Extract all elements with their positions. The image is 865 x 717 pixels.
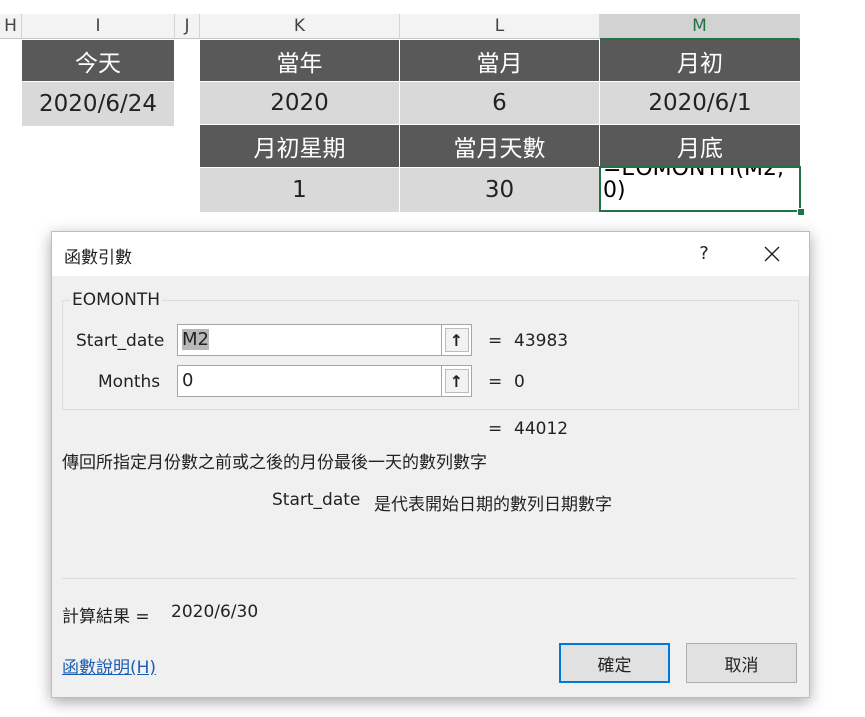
start-date-value: M2	[182, 329, 209, 350]
cell-month-end-formula[interactable]: =EOMONTH(M2,0)	[599, 166, 801, 212]
function-name: EOMONTH	[70, 290, 163, 310]
arg-help-name: Start_date	[272, 490, 361, 510]
formula-text: =EOMONTH(M2,0)	[603, 166, 784, 203]
months-label: Months	[98, 372, 161, 392]
cell-start-weekday-value[interactable]: 1	[200, 168, 399, 212]
cancel-button[interactable]: 取消	[686, 643, 797, 683]
start-date-input[interactable]: M2	[177, 324, 442, 356]
total-equals: =	[488, 419, 503, 439]
total-result: 44012	[514, 419, 569, 439]
start-date-label: Start_date	[76, 331, 165, 351]
cell-today-value[interactable]: 2020/6/24	[22, 82, 174, 126]
cell-month-header[interactable]: 當月	[400, 40, 599, 81]
collapse-arrow-icon: ↑	[444, 328, 469, 352]
function-help-link[interactable]: 函數說明(H)	[62, 653, 156, 678]
close-button[interactable]	[756, 238, 788, 270]
close-icon	[764, 246, 780, 262]
months-equals: =	[488, 372, 503, 392]
cell-month-value[interactable]: 6	[400, 82, 599, 124]
column-header-j[interactable]: J	[175, 14, 200, 39]
column-header-l[interactable]: L	[400, 14, 600, 39]
cell-year-value[interactable]: 2020	[200, 82, 399, 124]
cell-month-start-value[interactable]: 2020/6/1	[600, 82, 800, 124]
collapse-arrow-icon: ↑	[444, 369, 469, 393]
cell-month-start-header[interactable]: 月初	[600, 40, 800, 81]
start-date-result: 43983	[514, 331, 569, 351]
function-description: 傳回所指定月份數之前或之後的月份最後一天的數列數字	[62, 453, 487, 473]
cell-days-in-month-header[interactable]: 當月天數	[400, 125, 599, 167]
cell-start-weekday-header[interactable]: 月初星期	[200, 125, 399, 167]
arg-help-text: 是代表開始日期的數列日期數字	[374, 495, 612, 515]
months-value: 0	[182, 370, 194, 391]
column-header-i[interactable]: I	[22, 14, 175, 39]
help-button[interactable]: ?	[692, 240, 716, 268]
calc-result-label: 計算結果 =	[62, 607, 150, 627]
cell-today-header[interactable]: 今天	[22, 40, 174, 81]
fill-handle[interactable]	[797, 208, 805, 216]
dialog-divider	[62, 578, 797, 579]
months-collapse-button[interactable]: ↑	[442, 365, 472, 397]
months-input[interactable]: 0	[177, 365, 442, 397]
dialog-titlebar[interactable]: 函數引數 ?	[52, 232, 809, 276]
cell-days-in-month-value[interactable]: 30	[400, 168, 599, 212]
dialog-title: 函數引數	[64, 248, 132, 268]
ok-button[interactable]: 確定	[559, 643, 670, 683]
calc-result-value: 2020/6/30	[171, 602, 259, 622]
start-date-equals: =	[488, 331, 503, 351]
months-result: 0	[514, 372, 525, 392]
column-header-m[interactable]: M	[600, 14, 800, 40]
column-header-h[interactable]: H	[0, 14, 22, 39]
column-header-k[interactable]: K	[200, 14, 400, 39]
start-date-collapse-button[interactable]: ↑	[442, 324, 472, 356]
cell-month-end-header[interactable]: 月底	[600, 125, 800, 167]
function-arguments-dialog: 函數引數 ? EOMONTH Start_date M2 ↑ = 43983 M…	[51, 231, 810, 698]
cell-year-header[interactable]: 當年	[200, 40, 399, 81]
